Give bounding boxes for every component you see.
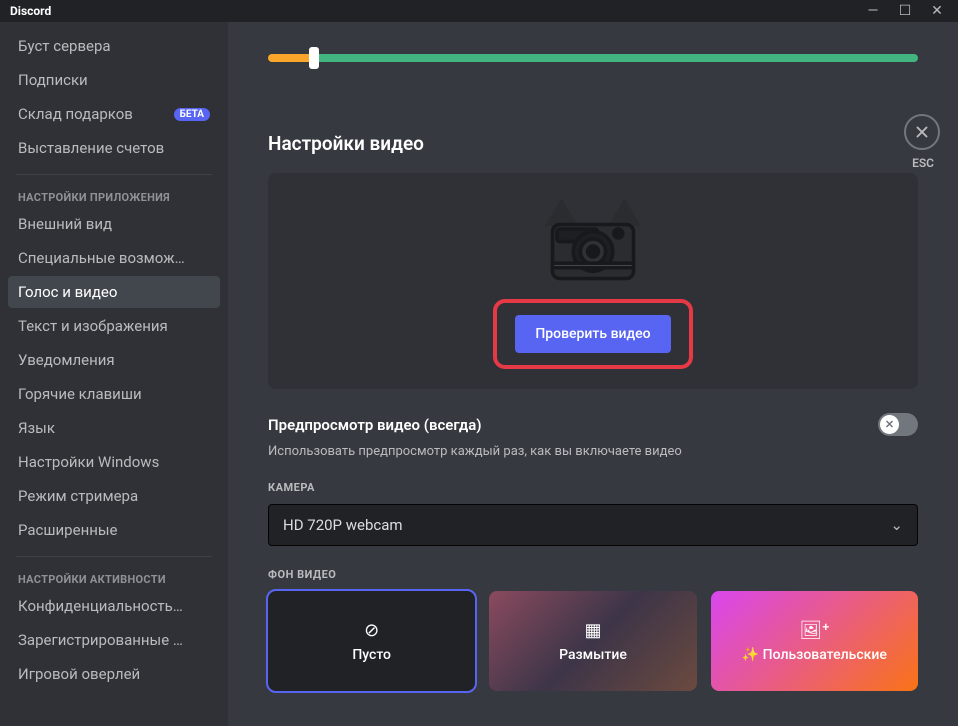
- test-video-highlight: Проверить видео: [493, 299, 692, 369]
- minimize-button[interactable]: —: [864, 2, 882, 20]
- slider-handle[interactable]: [309, 47, 319, 69]
- sidebar-item-gifts[interactable]: Склад подарков БЕТА: [8, 98, 220, 130]
- close-settings-button[interactable]: [904, 114, 940, 150]
- sidebar-item-windows[interactable]: Настройки Windows: [8, 446, 220, 478]
- sidebar-item-advanced[interactable]: Расширенные: [8, 514, 220, 546]
- sidebar-item-subscriptions[interactable]: Подписки: [8, 64, 220, 96]
- esc-label: ESC: [912, 156, 934, 170]
- camera-select[interactable]: HD 720P webcam ⌄: [268, 504, 918, 546]
- sidebar-header-app: НАСТРОЙКИ ПРИЛОЖЕНИЯ: [8, 185, 220, 208]
- sidebar-item-overlay[interactable]: Игровой оверлей: [8, 658, 220, 690]
- test-video-button[interactable]: Проверить видео: [515, 315, 670, 353]
- sidebar-header-activity: НАСТРОЙКИ АКТИВНОСТИ: [8, 567, 220, 590]
- settings-content: Настройки видео Проверить видео Предпрос…: [228, 22, 958, 726]
- sidebar-item-boost[interactable]: Буст сервера: [8, 30, 220, 62]
- settings-sidebar: Буст сервера Подписки Склад подарков БЕТ…: [0, 22, 228, 726]
- sidebar-divider: [16, 174, 212, 175]
- sidebar-item-privacy[interactable]: Конфиденциальность…: [8, 590, 220, 622]
- sidebar-item-text-images[interactable]: Текст и изображения: [8, 310, 220, 342]
- custom-label: ✨ Пользовательские: [742, 647, 887, 663]
- toggle-knob-icon: [880, 415, 899, 434]
- video-preview-box: Проверить видео: [268, 173, 918, 389]
- background-options: ⊘ Пусто ▦ Размытие 🖼⁺ ✨ Пользовательские: [268, 591, 918, 691]
- app-title: Discord: [4, 4, 51, 18]
- camera-header: КАМЕРА: [268, 481, 918, 494]
- blur-icon: ▦: [584, 620, 601, 641]
- maximize-button[interactable]: ☐: [896, 2, 914, 20]
- bg-option-none[interactable]: ⊘ Пусто: [268, 591, 475, 691]
- bg-header: ФОН ВИДЕО: [268, 568, 918, 581]
- sidebar-item-appearance[interactable]: Внешний вид: [8, 208, 220, 240]
- bg-option-custom[interactable]: 🖼⁺ ✨ Пользовательские: [711, 591, 918, 691]
- close-window-button[interactable]: ✕: [928, 2, 946, 20]
- sidebar-item-accessibility[interactable]: Специальные возмож…: [8, 242, 220, 274]
- app-body: Буст сервера Подписки Склад подарков БЕТ…: [0, 22, 958, 726]
- add-image-icon: 🖼⁺: [799, 620, 829, 641]
- input-sensitivity-slider[interactable]: [268, 54, 918, 62]
- camera-value: HD 720P webcam: [283, 516, 403, 534]
- chevron-down-icon: ⌄: [890, 516, 903, 534]
- none-icon: ⊘: [364, 620, 379, 641]
- preview-description: Использовать предпросмотр каждый раз, ка…: [268, 444, 918, 459]
- sidebar-item-notifications[interactable]: Уведомления: [8, 344, 220, 376]
- window-controls: — ☐ ✕: [864, 2, 954, 20]
- sidebar-item-keybinds[interactable]: Горячие клавиши: [8, 378, 220, 410]
- beta-badge: БЕТА: [174, 108, 210, 121]
- sidebar-divider: [16, 556, 212, 557]
- sidebar-item-voice-video[interactable]: Голос и видео: [8, 276, 220, 308]
- video-settings-title: Настройки видео: [268, 132, 918, 155]
- preview-label: Предпросмотр видео (всегда): [268, 416, 482, 434]
- bg-option-blur[interactable]: ▦ Размытие: [489, 591, 696, 691]
- preview-toggle[interactable]: [878, 413, 918, 436]
- sidebar-item-streamer[interactable]: Режим стримера: [8, 480, 220, 512]
- sidebar-item-billing[interactable]: Выставление счетов: [8, 132, 220, 164]
- camera-icon: [528, 193, 658, 283]
- sidebar-item-language[interactable]: Язык: [8, 412, 220, 444]
- close-icon: [913, 123, 931, 141]
- preview-setting-row: Предпросмотр видео (всегда): [268, 413, 918, 436]
- titlebar: Discord — ☐ ✕: [0, 0, 958, 22]
- sidebar-item-registered[interactable]: Зарегистрированные …: [8, 624, 220, 656]
